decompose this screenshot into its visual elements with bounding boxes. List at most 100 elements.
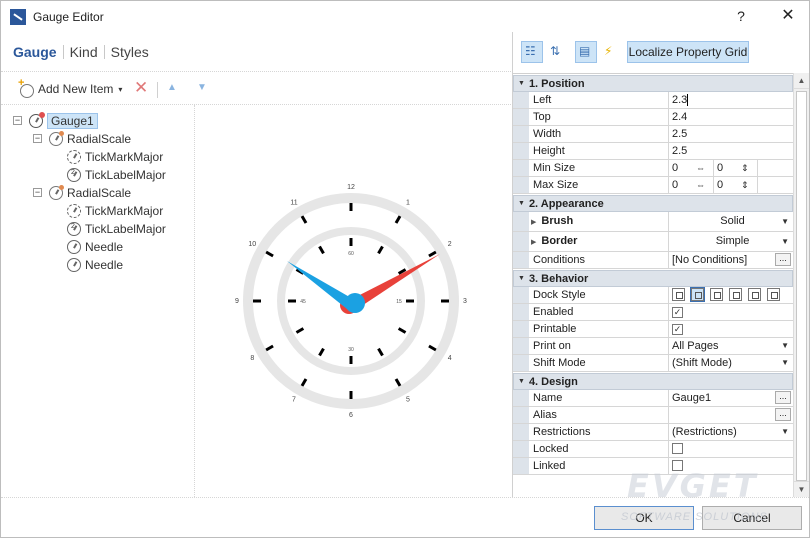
tree-expander[interactable]: −	[33, 134, 42, 143]
size-width-input[interactable]: 0	[672, 177, 690, 193]
add-new-item-button[interactable]: Add New Item ▾	[18, 77, 122, 98]
dock-left-icon[interactable]	[729, 288, 742, 301]
tree-node[interactable]: TickLabelMajor	[67, 166, 166, 184]
dock-bottom-icon[interactable]	[748, 288, 761, 301]
category-position[interactable]: ▼ 1. Position	[513, 75, 793, 92]
tree-node[interactable]: RadialScale	[49, 184, 131, 202]
vertical-resize-icon[interactable]: ⇕	[741, 180, 749, 190]
tree-node[interactable]: TickMarkMajor	[67, 202, 163, 220]
checkbox[interactable]	[672, 443, 683, 454]
toolbar-separator	[157, 82, 158, 98]
inner-tick-mark	[377, 347, 384, 357]
property-name: Max Size	[529, 177, 669, 193]
checkbox[interactable]: ✓	[672, 324, 683, 335]
property-name: Dock Style	[529, 287, 669, 303]
property-name-text: Enabled	[533, 306, 574, 318]
tree-node[interactable]: Gauge1	[29, 112, 98, 130]
move-up-icon[interactable]: ▲	[167, 82, 177, 93]
tree-node[interactable]: TickMarkMajor	[67, 148, 163, 166]
category-appearance[interactable]: ▼ 2. Appearance	[513, 195, 793, 212]
scroll-down-icon[interactable]: ▼	[794, 481, 809, 497]
dropdown-arrow-icon[interactable]: ▼	[781, 232, 789, 251]
size-height-input[interactable]: 0	[717, 177, 735, 193]
categorized-view-icon[interactable]: ☷	[521, 41, 543, 63]
property-value[interactable]: (Shift Mode) ▼	[669, 355, 793, 371]
tree-expander[interactable]: −	[13, 116, 22, 125]
horizontal-resize-icon[interactable]: ⇔	[696, 180, 705, 190]
property-value[interactable]: (Restrictions) ▼	[669, 424, 793, 440]
dock-none-icon[interactable]	[690, 287, 705, 302]
properties-view-icon[interactable]: ▤	[575, 41, 597, 63]
category-behavior[interactable]: ▼ 3. Behavior	[513, 270, 793, 287]
checkbox[interactable]: ✓	[672, 307, 683, 318]
size-height-input[interactable]: 0	[717, 160, 735, 176]
tree-node[interactable]: Needle	[67, 256, 123, 274]
close-button[interactable]: ✕	[773, 5, 803, 27]
property-value[interactable]: 0 ⇔ 0 ⇕	[669, 160, 793, 176]
tree-node[interactable]: RadialScale	[49, 130, 131, 148]
scroll-thumb[interactable]	[796, 91, 807, 481]
property-name: Width	[529, 126, 669, 142]
row-gutter	[513, 321, 529, 337]
ellipsis-button[interactable]: ...	[775, 391, 791, 404]
collapse-icon[interactable]: ▼	[518, 275, 525, 282]
cancel-button[interactable]: Cancel	[702, 506, 802, 530]
tab-gauge[interactable]: Gauge	[13, 44, 63, 60]
delete-icon[interactable]: ✕	[134, 79, 148, 97]
property-grid-scrollbar[interactable]: ▲ ▼	[793, 73, 809, 497]
property-value[interactable]: All Pages ▼	[669, 338, 793, 354]
property-row-dock-style: Dock Style	[513, 287, 793, 304]
vertical-resize-icon[interactable]: ⇕	[741, 163, 749, 173]
row-gutter	[513, 92, 529, 108]
tab-kind[interactable]: Kind	[64, 44, 104, 60]
expand-icon[interactable]: ▶	[531, 219, 536, 226]
property-value[interactable]	[669, 458, 793, 474]
tree-expander[interactable]: −	[33, 188, 42, 197]
property-value[interactable]: Gauge1...	[669, 390, 793, 406]
dock-right-icon[interactable]	[767, 288, 780, 301]
expand-icon[interactable]: ▶	[531, 239, 536, 246]
row-gutter	[513, 160, 529, 176]
dropdown-arrow-icon[interactable]: ▼	[781, 355, 789, 371]
collapse-icon[interactable]: ▼	[518, 378, 525, 385]
events-view-icon[interactable]: ⚡	[600, 41, 622, 63]
scroll-up-icon[interactable]: ▲	[794, 73, 809, 89]
property-value[interactable]: [No Conditions]...	[669, 252, 793, 268]
tab-styles[interactable]: Styles	[105, 44, 155, 60]
property-value[interactable]: 2.3	[669, 92, 793, 108]
property-value[interactable]	[669, 287, 793, 303]
chevron-down-icon[interactable]: ▾	[118, 85, 122, 94]
checkbox[interactable]	[672, 460, 683, 471]
tree-node[interactable]: TickLabelMajor	[67, 220, 166, 238]
size-width-input[interactable]: 0	[672, 160, 690, 176]
alphabetical-sort-icon[interactable]: ⇅	[546, 41, 568, 63]
dock-fill-icon[interactable]	[672, 288, 685, 301]
dropdown-arrow-icon[interactable]: ▼	[781, 212, 789, 231]
collapse-icon[interactable]: ▼	[518, 200, 525, 207]
ellipsis-button[interactable]: ...	[775, 408, 791, 421]
property-value[interactable]: ✓	[669, 321, 793, 337]
property-name-text: Height	[533, 145, 565, 157]
property-value[interactable]: 2.4	[669, 109, 793, 125]
property-value[interactable]: 0 ⇔ 0 ⇕	[669, 177, 793, 193]
dropdown-arrow-icon[interactable]: ▼	[781, 338, 789, 354]
property-value[interactable]: Simple ▼	[669, 232, 793, 251]
ok-button[interactable]: OK	[594, 506, 694, 530]
collapse-icon[interactable]: ▼	[518, 80, 525, 87]
tree-node[interactable]: Needle	[67, 238, 123, 256]
property-value[interactable]: ✓	[669, 304, 793, 320]
help-button[interactable]: ?	[729, 5, 753, 27]
property-value[interactable]: 2.5	[669, 126, 793, 142]
horizontal-resize-icon[interactable]: ⇔	[696, 163, 705, 173]
property-value[interactable]: 2.5	[669, 143, 793, 159]
inner-tick-mark	[318, 245, 325, 255]
move-down-icon[interactable]: ▼	[197, 82, 207, 93]
dock-top-icon[interactable]	[710, 288, 723, 301]
property-value[interactable]	[669, 441, 793, 457]
property-value[interactable]: ...	[669, 407, 793, 423]
dropdown-arrow-icon[interactable]: ▼	[781, 424, 789, 440]
property-value[interactable]: Solid ▼	[669, 212, 793, 231]
category-design[interactable]: ▼ 4. Design	[513, 373, 793, 390]
localize-property-grid-button[interactable]: Localize Property Grid	[627, 41, 749, 63]
ellipsis-button[interactable]: ...	[775, 253, 791, 266]
